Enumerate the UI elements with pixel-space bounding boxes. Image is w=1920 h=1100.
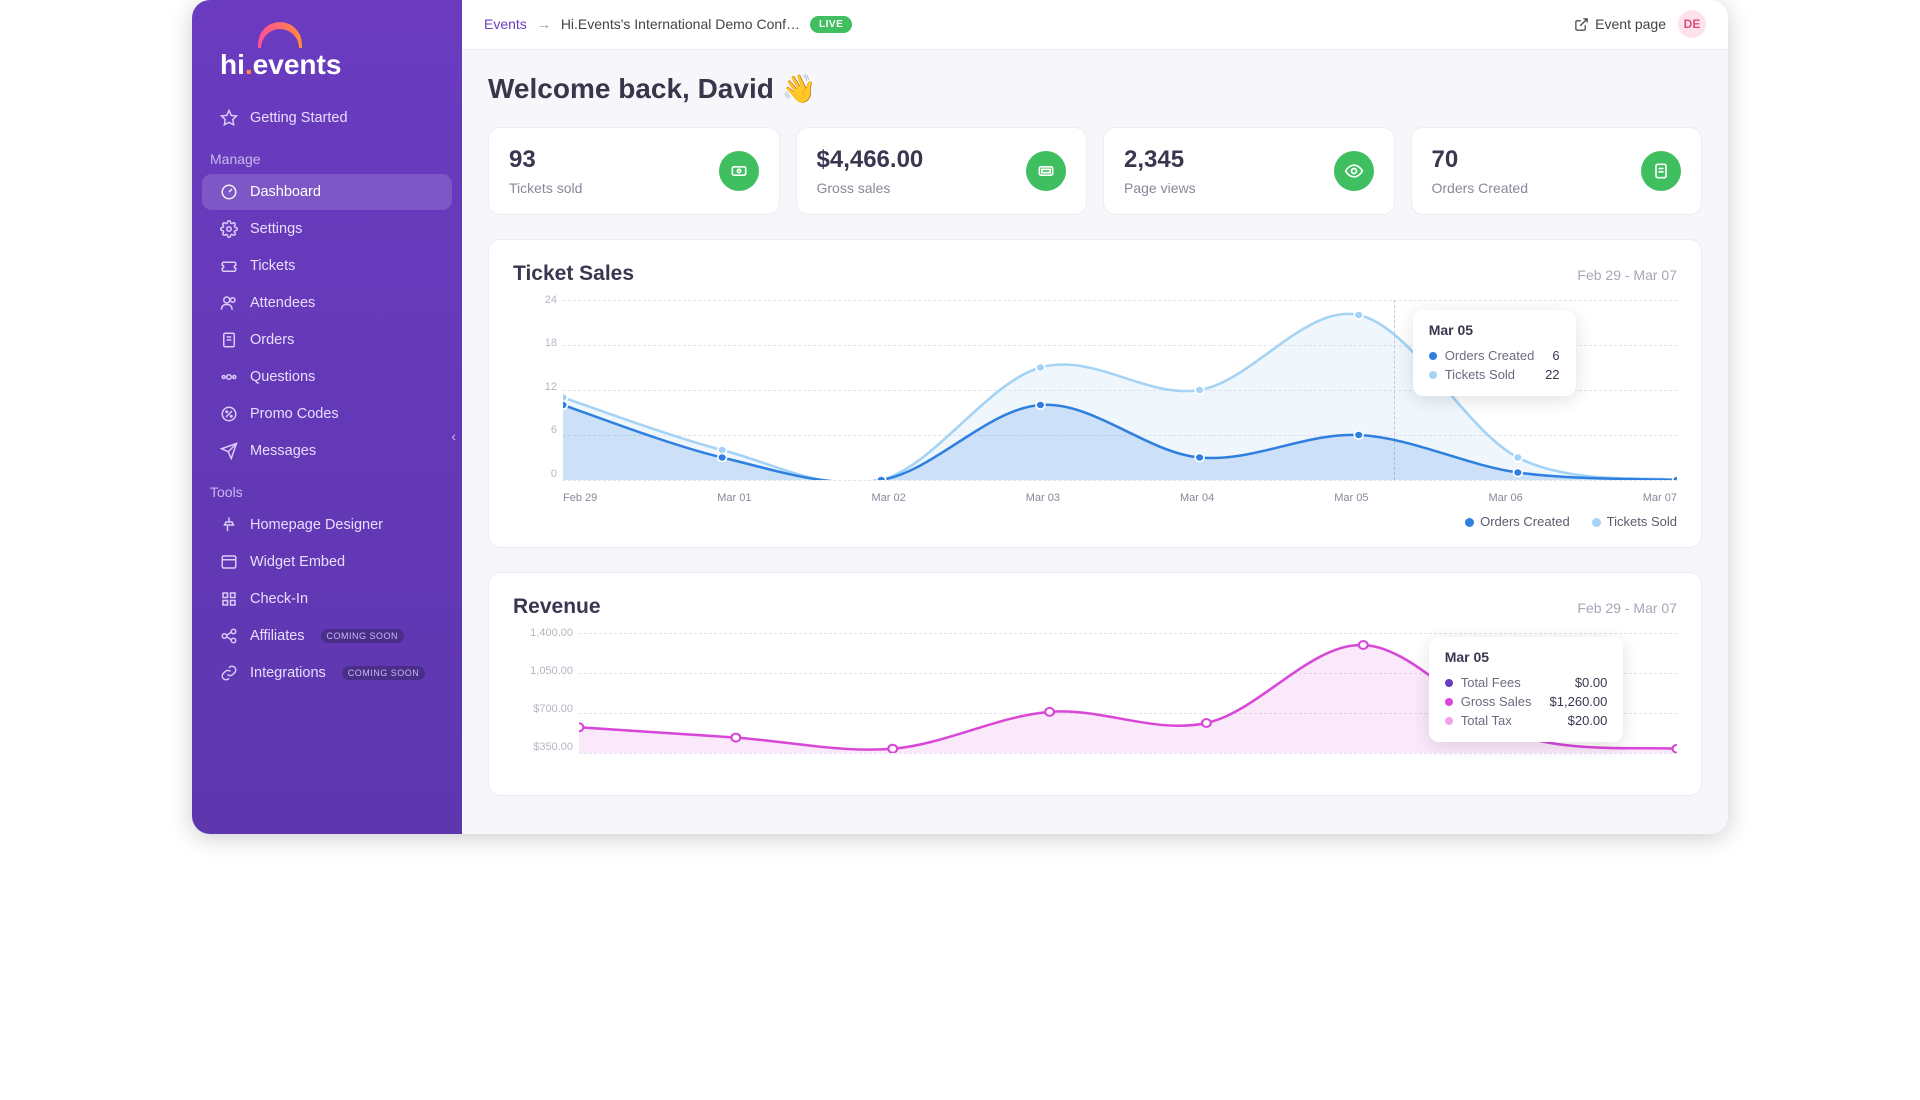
chart-title: Ticket Sales <box>513 262 634 286</box>
legend-item[interactable]: Tickets Sold <box>1592 514 1677 529</box>
star-icon <box>220 109 238 127</box>
external-link-icon <box>1574 17 1589 32</box>
collapse-sidebar-icon[interactable]: ‹ <box>451 428 456 444</box>
event-page-label: Event page <box>1595 16 1666 32</box>
stat-label: Gross sales <box>817 180 924 196</box>
logo-text: hi.events <box>220 49 434 81</box>
stat-card-page-views: 2,345 Page views <box>1103 127 1395 215</box>
sidebar-item-settings[interactable]: Settings <box>202 211 452 247</box>
sidebar-item-label: Promo Codes <box>250 406 339 422</box>
gauge-icon <box>220 183 238 201</box>
stat-value: $4,466.00 <box>817 146 924 174</box>
sidebar-item-orders[interactable]: Orders <box>202 322 452 358</box>
sidebar-item-label: Attendees <box>250 295 315 311</box>
receipt-icon <box>1641 151 1681 191</box>
sidebar-item-label: Questions <box>250 369 315 385</box>
users-icon <box>220 294 238 312</box>
send-icon <box>220 442 238 460</box>
chart-tooltip: Mar 05 Total Fees$0.00 Gross Sales$1,260… <box>1429 637 1624 742</box>
qr-icon <box>220 590 238 608</box>
legend-item[interactable]: Orders Created <box>1465 514 1570 529</box>
tooltip-title: Mar 05 <box>1429 322 1560 338</box>
sidebar-item-label: Orders <box>250 332 294 348</box>
coming-soon-badge: COMING SOON <box>342 666 426 680</box>
breadcrumb-sep-icon: → <box>537 16 551 32</box>
gear-icon <box>220 220 238 238</box>
sidebar-item-getting-started[interactable]: Getting Started <box>202 100 452 136</box>
tooltip-title: Mar 05 <box>1445 649 1608 665</box>
sidebar-item-label: Integrations <box>250 665 326 681</box>
sidebar: hi.events Getting Started Manage Dashboa… <box>192 0 462 834</box>
coming-soon-badge: COMING SOON <box>321 629 405 643</box>
sidebar-item-label: Check-In <box>250 591 308 607</box>
cash-icon <box>1026 151 1066 191</box>
sidebar-item-attendees[interactable]: Attendees <box>202 285 452 321</box>
chart-ticket-sales: Ticket Sales Feb 29 - Mar 07 24181260 Fe… <box>488 239 1702 548</box>
sidebar-item-check-in[interactable]: Check-In <box>202 581 452 617</box>
event-page-link[interactable]: Event page <box>1574 16 1666 32</box>
status-badge: LIVE <box>810 16 852 33</box>
stat-value: 93 <box>509 146 582 174</box>
stat-value: 2,345 <box>1124 146 1196 174</box>
paint-icon <box>220 516 238 534</box>
sidebar-item-dashboard[interactable]: Dashboard <box>202 174 452 210</box>
sidebar-item-tickets[interactable]: Tickets <box>202 248 452 284</box>
question-icon <box>220 368 238 386</box>
chart-tooltip: Mar 05 Orders Created6 Tickets Sold22 <box>1413 310 1576 396</box>
percent-icon <box>220 405 238 423</box>
ticket-icon <box>220 257 238 275</box>
stat-label: Orders Created <box>1432 180 1528 196</box>
topbar: Events → Hi.Events's International Demo … <box>462 0 1728 50</box>
stat-label: Page views <box>1124 180 1196 196</box>
stat-row: 93 Tickets sold $4,466.00 Gross sales 2,… <box>488 127 1702 215</box>
chart-legend: Orders Created Tickets Sold <box>513 514 1677 529</box>
sidebar-item-homepage-designer[interactable]: Homepage Designer <box>202 507 452 543</box>
sidebar-item-label: Widget Embed <box>250 554 345 570</box>
sidebar-item-widget-embed[interactable]: Widget Embed <box>202 544 452 580</box>
sidebar-item-label: Tickets <box>250 258 295 274</box>
sidebar-item-label: Messages <box>250 443 316 459</box>
stat-label: Tickets sold <box>509 180 582 196</box>
share-icon <box>220 627 238 645</box>
sidebar-item-promo-codes[interactable]: Promo Codes <box>202 396 452 432</box>
layout-icon <box>220 553 238 571</box>
sidebar-item-questions[interactable]: Questions <box>202 359 452 395</box>
sidebar-section-tools: Tools <box>192 470 462 506</box>
sidebar-item-label: Settings <box>250 221 302 237</box>
sidebar-item-label: Dashboard <box>250 184 321 200</box>
sidebar-item-messages[interactable]: Messages <box>202 433 452 469</box>
avatar[interactable]: DE <box>1678 10 1706 38</box>
sidebar-item-label: Homepage Designer <box>250 517 383 533</box>
sidebar-item-label: Affiliates <box>250 628 305 644</box>
sidebar-item-label: Getting Started <box>250 110 348 126</box>
stat-card-orders-created: 70 Orders Created <box>1411 127 1703 215</box>
link-icon <box>220 664 238 682</box>
stat-card-tickets-sold: 93 Tickets sold <box>488 127 780 215</box>
stat-card-gross-sales: $4,466.00 Gross sales <box>796 127 1088 215</box>
chart-title: Revenue <box>513 595 601 619</box>
chart-revenue: Revenue Feb 29 - Mar 07 1,400.001,050.00… <box>488 572 1702 796</box>
breadcrumb-root[interactable]: Events <box>484 16 527 32</box>
sidebar-item-affiliates[interactable]: Affiliates COMING SOON <box>202 618 452 654</box>
stat-value: 70 <box>1432 146 1528 174</box>
eye-icon <box>1334 151 1374 191</box>
receipt-icon <box>220 331 238 349</box>
logo[interactable]: hi.events <box>192 22 462 99</box>
page-title: Welcome back, David 👋 <box>488 72 1702 105</box>
chart-range: Feb 29 - Mar 07 <box>1577 267 1677 283</box>
ticket-icon <box>719 151 759 191</box>
breadcrumb-current[interactable]: Hi.Events's International Demo Conf… <box>561 16 800 32</box>
logo-arc-icon <box>258 22 302 48</box>
chart-range: Feb 29 - Mar 07 <box>1577 600 1677 616</box>
sidebar-section-manage: Manage <box>192 137 462 173</box>
sidebar-item-integrations[interactable]: Integrations COMING SOON <box>202 655 452 691</box>
